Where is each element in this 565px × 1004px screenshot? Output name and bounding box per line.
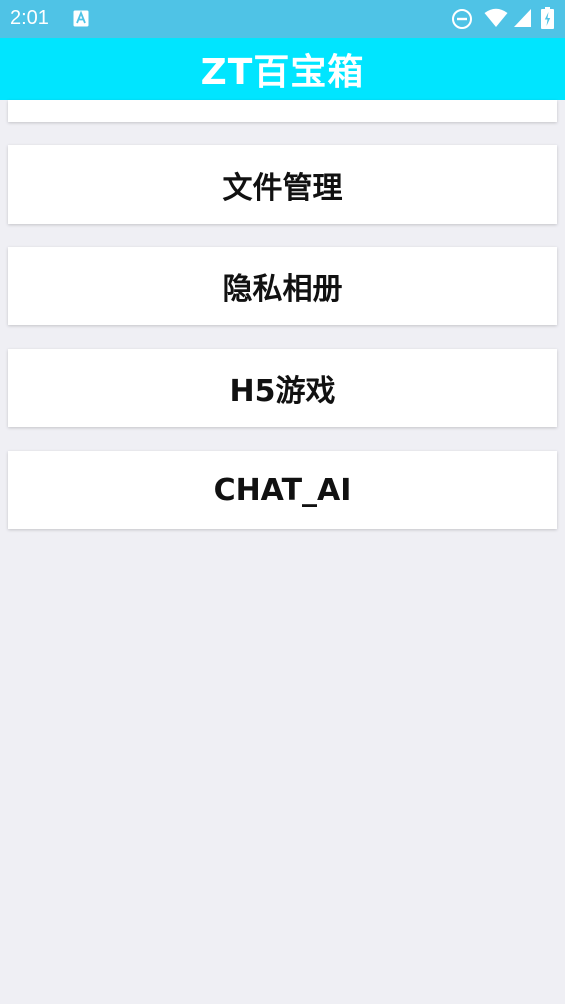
menu-item-label: 隐私相册 (222, 272, 343, 307)
do-not-disturb-icon (452, 9, 472, 29)
app-bar: ZT百宝箱 (0, 38, 565, 100)
menu-item-chat-ai[interactable]: CHAT_AI (8, 451, 557, 529)
menu-item-label: H5游戏 (229, 374, 336, 409)
notification-a-icon (73, 10, 89, 27)
menu-item-label: 文件管理 (222, 170, 343, 206)
cell-signal-icon (514, 9, 531, 27)
menu-item-private-album[interactable]: 隐私相册 (8, 247, 557, 325)
battery-icon (541, 7, 554, 29)
app-title: ZT百宝箱 (200, 52, 365, 93)
status-bar: 2:01 (0, 0, 565, 38)
wifi-icon (484, 8, 508, 27)
menu-card-partial[interactable] (8, 100, 557, 122)
menu-item-label: CHAT_AI (213, 472, 352, 508)
menu-item-h5-games[interactable]: H5游戏 (8, 349, 557, 427)
menu-item-file-manager[interactable]: 文件管理 (8, 145, 557, 224)
status-time: 2:01 (10, 7, 49, 29)
